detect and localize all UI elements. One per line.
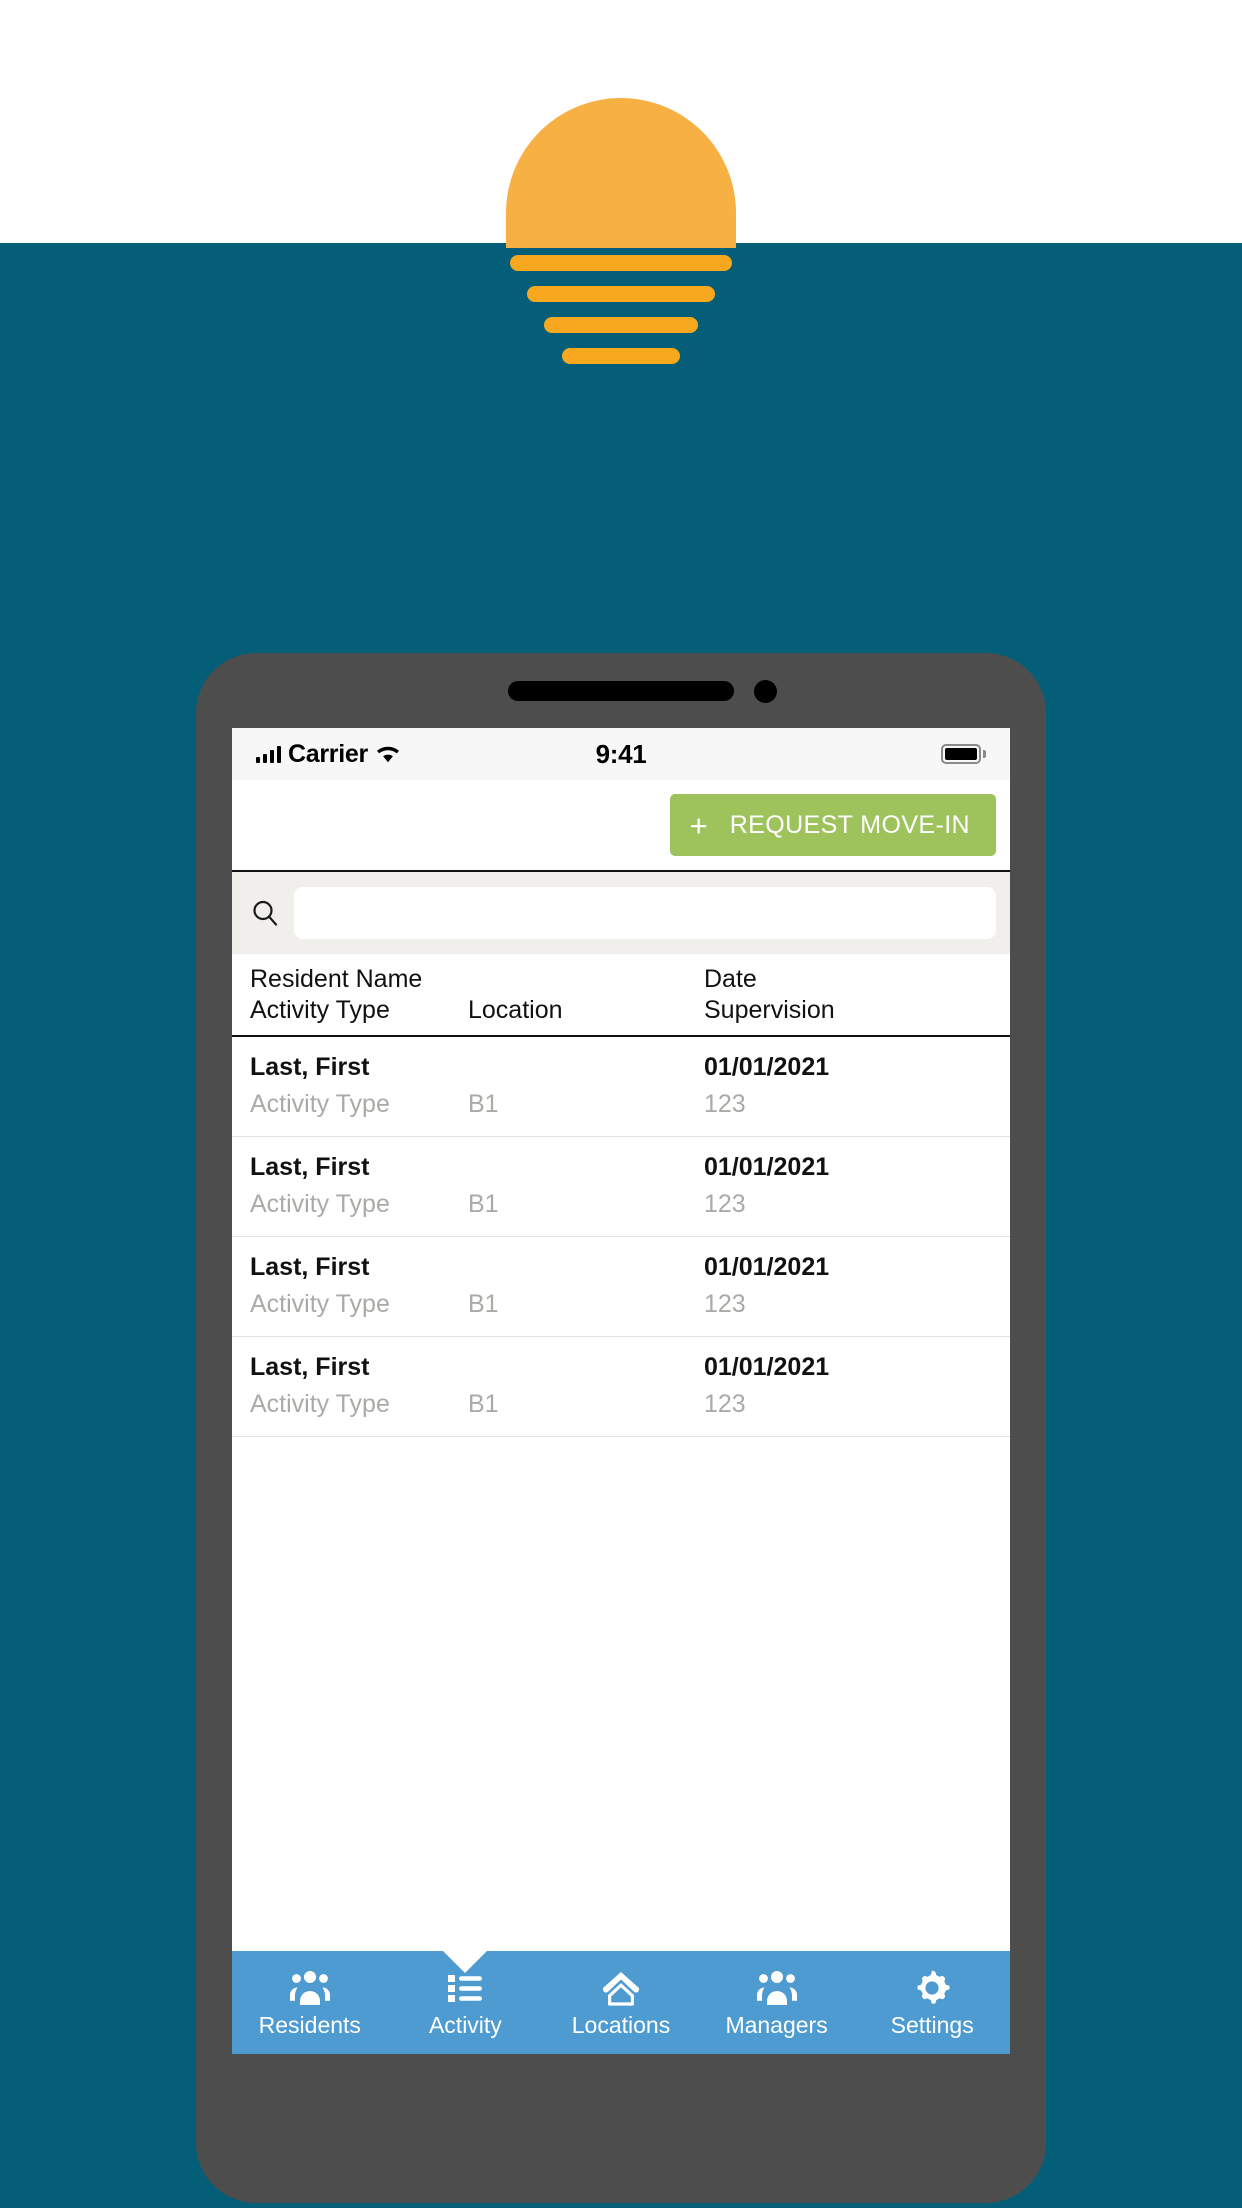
sun-ray-1 [510,255,732,271]
people-group-icon [289,1971,330,2005]
nav-label-managers: Managers [725,2012,828,2038]
action-bar: + REQUEST MOVE-IN [232,780,1010,872]
header-activity-type: Activity Type [250,995,390,1024]
gear-icon [917,1970,950,2004]
row-resident-name: Last, First [250,1153,370,1181]
row-resident-name: Last, First [250,1053,370,1081]
header-resident-name: Resident Name [250,965,423,993]
table-header: Resident Name Date Activity Type Locatio… [232,954,1010,1037]
nav-label-activity: Activity [428,2012,502,2038]
row-resident-name: Last, First [250,1353,370,1381]
plus-icon: + [689,807,708,843]
phone-speaker-grille [508,681,734,701]
nav-item-locations[interactable]: Locations [543,1951,699,2054]
phone-frame: Carrier 9:41 + REQUEST MOVE-IN Resident … [196,653,1046,2203]
header-blank [468,964,704,995]
status-bar-right [941,744,986,764]
table-body: Last, First 01/01/2021 Activity Type B1 … [232,1037,1010,1437]
sun-ray-4 [562,348,680,364]
header-location: Location [468,995,563,1024]
row-resident-name: Last, First [250,1253,370,1281]
active-tab-notch [443,1951,488,1973]
header-date: Date [704,965,757,993]
sun-ray-3 [544,317,698,333]
row-date: 01/01/2021 [704,1253,830,1281]
bottom-navigation-bar: Residents Activity Locations Managers Se… [232,1951,1010,2054]
row-activity-type: Activity Type [250,1389,390,1418]
nav-label-settings: Settings [890,2012,974,2038]
header-supervision: Supervision [704,995,835,1024]
table-row[interactable]: Last, First 01/01/2021 Activity Type B1 … [232,1037,1010,1137]
nav-label-locations: Locations [571,2012,671,2038]
nav-item-activity[interactable]: Activity [388,1951,544,2054]
battery-nub [983,750,986,758]
row-supervision: 123 [704,1189,746,1218]
request-move-in-label: REQUEST MOVE-IN [729,810,970,839]
table-row[interactable]: Last, First 01/01/2021 Activity Type B1 … [232,1237,1010,1337]
row-location: B1 [468,1289,499,1318]
battery-full-icon [941,744,981,764]
sun-icon [506,98,736,248]
phone-screen: Carrier 9:41 + REQUEST MOVE-IN Resident … [232,728,1010,2054]
sun-ray-2 [527,286,715,302]
people-group-icon [756,1971,797,2005]
row-activity-type: Activity Type [250,1289,390,1318]
nav-label-residents: Residents [258,2012,361,2038]
nav-item-residents[interactable]: Residents [232,1951,388,2054]
table-row[interactable]: Last, First 01/01/2021 Activity Type B1 … [232,1337,1010,1437]
table-header-line-2: Activity Type Location Supervision [250,995,996,1026]
row-supervision: 123 [704,1089,746,1118]
row-date: 01/01/2021 [704,1053,830,1081]
row-supervision: 123 [704,1389,746,1418]
status-bar-time: 9:41 [595,738,647,769]
request-move-in-button[interactable]: + REQUEST MOVE-IN [669,794,996,856]
row-date: 01/01/2021 [704,1353,830,1381]
home-icon [602,1972,639,2006]
search-input[interactable] [294,887,996,939]
search-bar [232,872,1010,954]
nav-item-settings[interactable]: Settings [854,1951,1010,2054]
search-icon[interactable] [250,898,280,928]
row-supervision: 123 [704,1289,746,1318]
nav-item-managers[interactable]: Managers [699,1951,855,2054]
table-row[interactable]: Last, First 01/01/2021 Activity Type B1 … [232,1137,1010,1237]
row-activity-type: Activity Type [250,1089,390,1118]
table-header-line-1: Resident Name Date [250,964,996,995]
row-location: B1 [468,1089,499,1118]
row-location: B1 [468,1389,499,1418]
row-activity-type: Activity Type [250,1189,390,1218]
list-bullets-icon [448,1975,483,2002]
status-bar: Carrier 9:41 [232,728,1010,780]
sunset-logo [497,98,745,364]
row-date: 01/01/2021 [704,1153,830,1181]
phone-front-camera [754,680,777,703]
row-location: B1 [468,1189,499,1218]
